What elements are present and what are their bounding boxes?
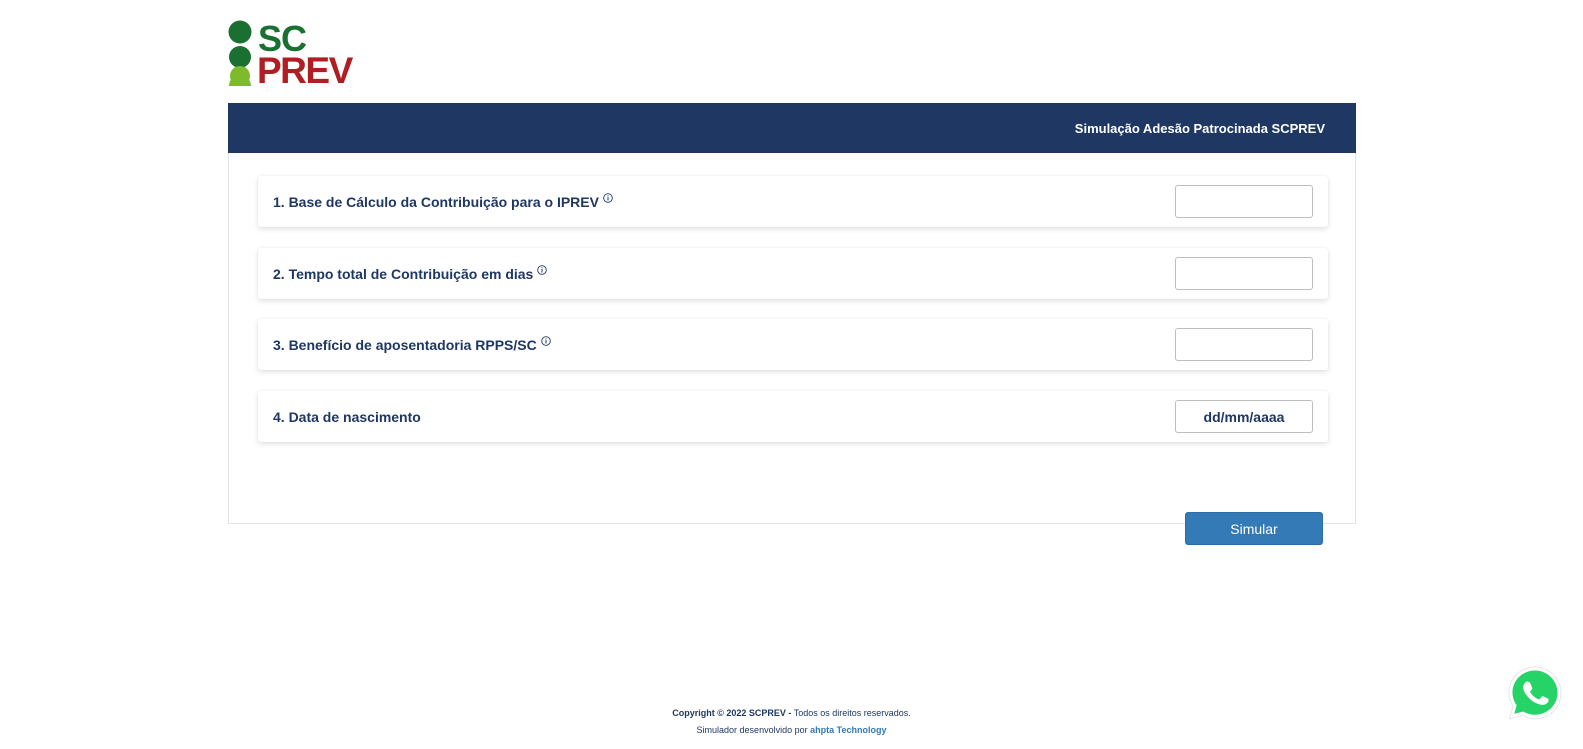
simular-button[interactable]: Simular <box>1185 512 1323 545</box>
svg-text:PREV: PREV <box>257 50 354 86</box>
simulation-panel: Simulação Adesão Patrocinada SCPREV 1. B… <box>228 103 1356 545</box>
panel-title: Simulação Adesão Patrocinada SCPREV <box>1074 120 1325 136</box>
field-label-wrapper: 1. Base de Cálculo da Contribuição para … <box>273 192 613 210</box>
field-label: 3. Benefício de aposentadoria RPPS/SC <box>273 336 537 353</box>
info-icon[interactable] <box>603 190 613 203</box>
info-icon[interactable] <box>540 333 551 346</box>
field-row-tempo-contribuicao: 2. Tempo total de Contribuição em dias <box>258 248 1328 299</box>
field-label-wrapper: 2. Tempo total de Contribuição em dias <box>273 264 548 282</box>
beneficio-rpps-input[interactable] <box>1175 328 1313 361</box>
field-label-wrapper: 3. Benefício de aposentadoria RPPS/SC <box>273 335 551 353</box>
field-row-data-nascimento: 4. Data de nascimento <box>258 391 1328 442</box>
field-label: 1. Base de Cálculo da Contribuição para … <box>273 193 599 210</box>
tempo-contribuicao-input[interactable] <box>1175 257 1313 290</box>
rights-text: Todos os direitos reservados. <box>791 708 911 718</box>
field-row-beneficio-rpps: 3. Benefício de aposentadoria RPPS/SC <box>258 319 1328 370</box>
copyright-text: Copyright © 2022 SCPREV - <box>672 708 792 718</box>
scprev-logo[interactable]: SC PREV <box>228 18 368 91</box>
data-nascimento-input[interactable] <box>1175 400 1313 433</box>
info-icon[interactable] <box>537 262 548 275</box>
whatsapp-icon <box>1508 666 1562 720</box>
field-label: 2. Tempo total de Contribuição em dias <box>273 265 534 282</box>
field-label: 4. Data de nascimento <box>273 408 421 425</box>
footer-developer-line: Simulador desenvolvido por ahpta Technol… <box>0 722 1583 739</box>
footer-copyright-line: Copyright © 2022 SCPREV - Todos os direi… <box>0 705 1583 722</box>
field-row-base-calculo: 1. Base de Cálculo da Contribuição para … <box>258 176 1328 227</box>
developer-link[interactable]: ahpta Technology <box>810 725 886 735</box>
field-label-wrapper: 4. Data de nascimento <box>273 409 421 425</box>
footer: Copyright © 2022 SCPREV - Todos os direi… <box>0 705 1583 739</box>
base-calculo-input[interactable] <box>1175 185 1313 218</box>
scprev-logo-image: SC PREV <box>228 18 355 91</box>
developed-by-text: Simulador desenvolvido por <box>696 725 811 735</box>
whatsapp-button[interactable] <box>1506 664 1564 722</box>
page: SC PREV Simulação Adesão Patrocinada SCP… <box>0 0 1583 749</box>
panel-header: Simulação Adesão Patrocinada SCPREV <box>228 103 1356 153</box>
